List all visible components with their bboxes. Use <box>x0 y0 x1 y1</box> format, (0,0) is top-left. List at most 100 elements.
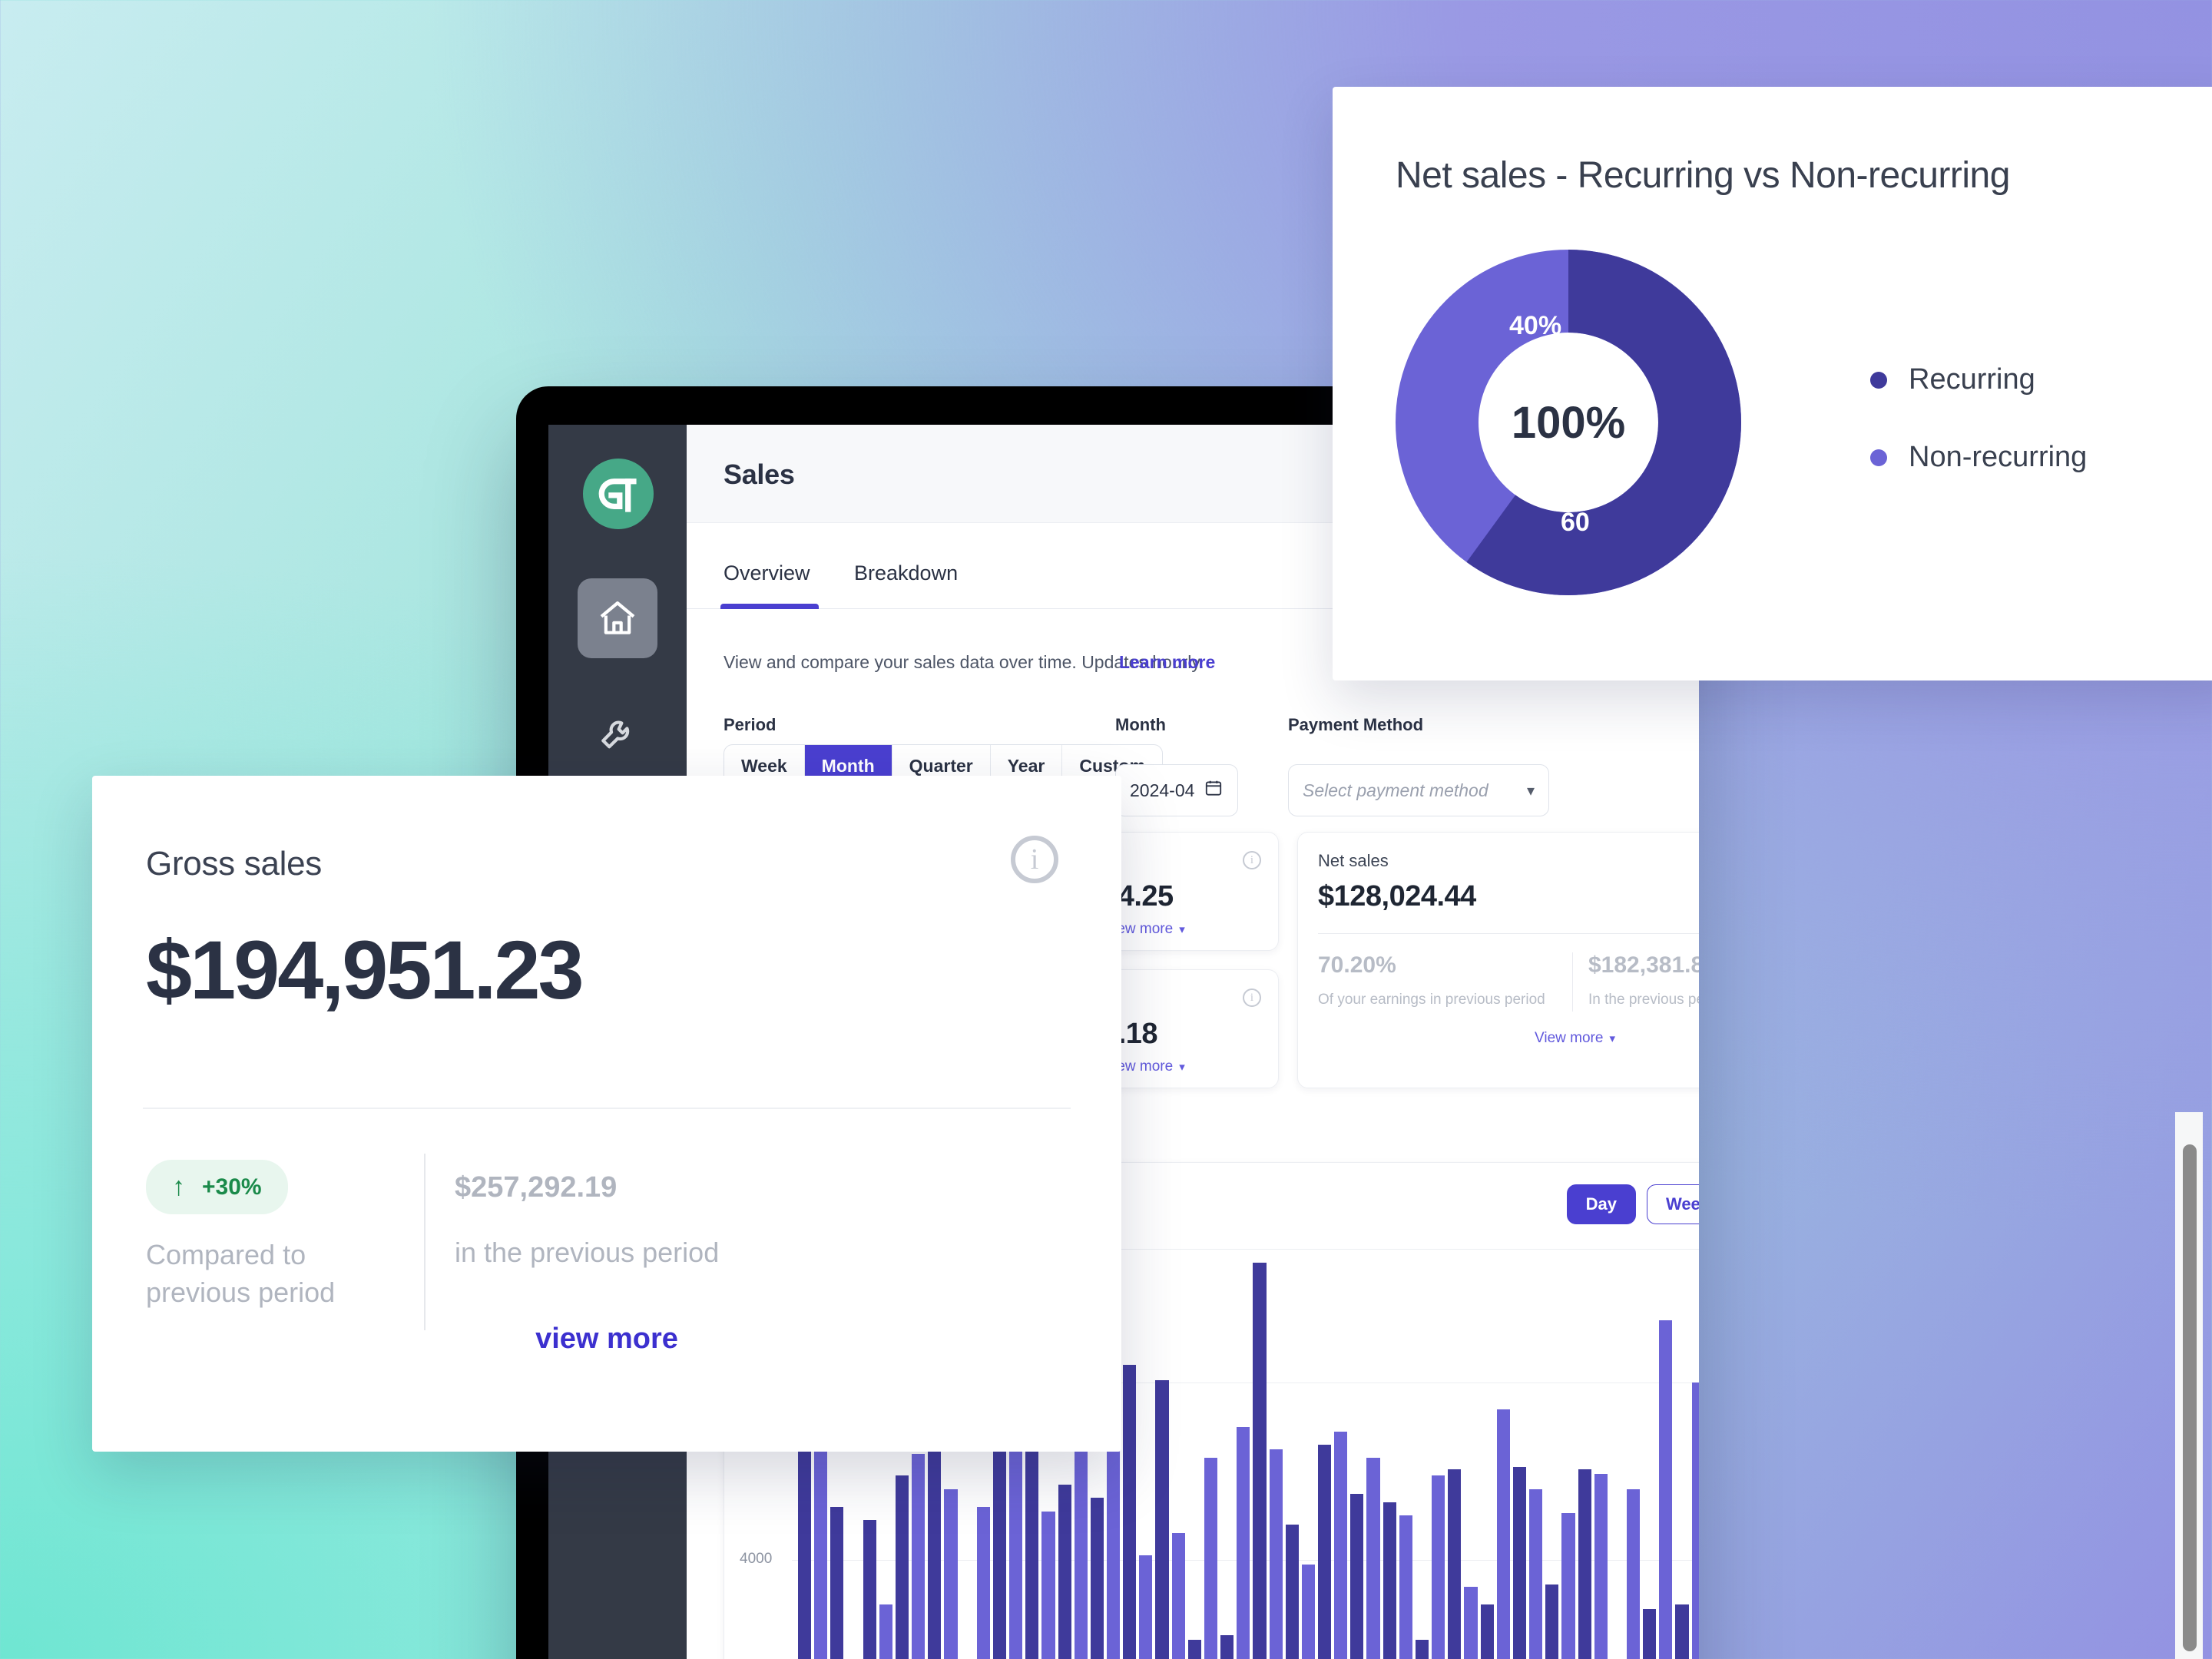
bar[interactable] <box>1399 1515 1412 1659</box>
sidebar-item-tools[interactable] <box>578 694 657 773</box>
previous-period-label: in the previous period <box>455 1237 720 1268</box>
y-axis-tick-label: 4000 <box>740 1551 773 1568</box>
granularity-toggle-group: Day Week Month <box>1566 1184 1699 1224</box>
bar[interactable] <box>1187 1640 1201 1659</box>
view-more-link[interactable]: view more <box>92 1323 1121 1356</box>
wrench-icon <box>596 712 639 755</box>
gross-sales-title: Gross sales <box>146 845 322 882</box>
change-badge: ↑ +30% <box>146 1160 288 1214</box>
net-sales-pct-caption: Of your earnings in previous period <box>1318 992 1545 1008</box>
bar[interactable] <box>1496 1409 1510 1659</box>
bar[interactable] <box>944 1488 958 1659</box>
granularity-week[interactable]: Week <box>1646 1184 1699 1224</box>
bar[interactable] <box>1480 1604 1494 1659</box>
bar[interactable] <box>1334 1431 1348 1659</box>
bar[interactable] <box>1155 1380 1169 1659</box>
legend-color-swatch <box>1870 371 1887 389</box>
bar[interactable] <box>1269 1449 1283 1659</box>
legend-item-non-recurring[interactable]: Non-recurring <box>1870 441 2087 474</box>
granularity-day[interactable]: Day <box>1566 1184 1636 1224</box>
bar[interactable] <box>1171 1533 1185 1659</box>
bar[interactable] <box>976 1506 990 1659</box>
bar[interactable] <box>1561 1513 1575 1659</box>
bar[interactable] <box>1318 1445 1332 1659</box>
payment-method-select[interactable]: Select payment method ▾ <box>1288 764 1549 816</box>
calendar-icon <box>1204 778 1224 803</box>
info-icon[interactable]: i <box>1011 836 1058 883</box>
donut-slice-label-recurring: 60 <box>1561 508 1590 537</box>
bar[interactable] <box>1220 1635 1234 1659</box>
bar[interactable] <box>1090 1498 1104 1659</box>
stat-label: Net sales <box>1318 851 1389 870</box>
net-sales-prev-caption: In the previous period <box>1588 992 1699 1008</box>
tab-overview[interactable]: Overview <box>724 561 810 585</box>
chevron-down-icon: ▾ <box>1179 1061 1185 1074</box>
bar[interactable] <box>912 1453 926 1659</box>
stat-card-net-sales[interactable]: Net sales $128,024.44 i 70.20% Of your e… <box>1297 832 1699 1088</box>
gross-sales-card: Gross sales i $194,951.23 ↑ +30% Compare… <box>92 776 1121 1452</box>
net-sales-pct: 70.20% <box>1318 952 1396 978</box>
month-input[interactable]: 2024-04 <box>1115 764 1238 816</box>
bar[interactable] <box>1350 1493 1364 1659</box>
bar[interactable] <box>1237 1426 1250 1659</box>
bar[interactable] <box>895 1475 909 1659</box>
bar[interactable] <box>1643 1608 1657 1659</box>
bar[interactable] <box>1382 1502 1396 1659</box>
chevron-down-icon: ▾ <box>1179 923 1185 936</box>
bar[interactable] <box>1448 1469 1462 1659</box>
bar[interactable] <box>1123 1365 1137 1659</box>
bar[interactable] <box>1529 1488 1543 1659</box>
sidebar-item-home[interactable] <box>578 578 657 658</box>
bar[interactable] <box>1253 1263 1267 1659</box>
bar[interactable] <box>1626 1488 1641 1659</box>
bar[interactable] <box>1106 1422 1121 1659</box>
bar[interactable] <box>1366 1458 1380 1659</box>
donut-legend: Recurring Non-recurring <box>1870 363 2087 518</box>
bar[interactable] <box>1578 1469 1591 1659</box>
bar[interactable] <box>1594 1473 1608 1659</box>
stat-value: $128,024.44 <box>1318 880 1476 912</box>
view-more-link[interactable]: View more▾ <box>1318 1030 1699 1047</box>
previous-period-value: $257,292.19 <box>455 1171 618 1204</box>
change-percent: +30% <box>202 1174 262 1200</box>
bar[interactable] <box>1545 1584 1559 1659</box>
scrollbar-thumb[interactable] <box>2183 1144 2197 1651</box>
bar[interactable] <box>1675 1604 1689 1659</box>
payment-method-placeholder: Select payment method <box>1303 780 1488 800</box>
bar[interactable] <box>1301 1564 1315 1659</box>
legend-label: Recurring <box>1909 363 2035 396</box>
bar[interactable] <box>879 1604 892 1659</box>
bar[interactable] <box>1512 1466 1527 1659</box>
legend-label: Non-recurring <box>1909 441 2088 473</box>
bar[interactable] <box>1432 1475 1445 1659</box>
bar[interactable] <box>1041 1511 1055 1659</box>
donut-chart: 100% 40% 60 <box>1396 250 1741 595</box>
bar[interactable] <box>1204 1458 1218 1659</box>
month-filter: Month 2024-04 <box>1115 715 1238 816</box>
net-sales-donut-card: Net sales - Recurring vs Non-recurring 1… <box>1333 87 2212 680</box>
payment-method-filter: Payment Method Select payment method ▾ <box>1288 715 1549 816</box>
app-logo-icon[interactable] <box>583 459 654 529</box>
divider <box>1318 933 1699 934</box>
bar[interactable] <box>1139 1555 1153 1659</box>
bar[interactable] <box>1285 1524 1299 1659</box>
bar[interactable] <box>1415 1640 1429 1659</box>
bar[interactable] <box>1659 1320 1673 1659</box>
compare-caption: Compared to previous period <box>146 1239 336 1308</box>
bar[interactable] <box>1464 1586 1478 1659</box>
bar[interactable] <box>1058 1484 1071 1659</box>
info-icon[interactable]: i <box>1243 851 1261 869</box>
arrow-up-icon: ↑ <box>172 1172 185 1201</box>
net-sales-pct-column: 70.20% Of your earnings in previous peri… <box>1318 952 1572 1012</box>
info-icon[interactable]: i <box>1243 988 1261 1007</box>
legend-item-recurring[interactable]: Recurring <box>1870 363 2087 396</box>
bar[interactable] <box>830 1506 844 1659</box>
gross-sales-value: $194,951.23 <box>146 923 584 1016</box>
learn-more-link[interactable]: Learn more <box>1119 652 1215 673</box>
bar[interactable] <box>1691 1382 1699 1659</box>
page-title: Sales <box>724 459 795 490</box>
divider <box>424 1154 426 1330</box>
bar[interactable] <box>863 1520 876 1659</box>
donut-center-label: 100% <box>1511 397 1626 448</box>
tab-breakdown[interactable]: Breakdown <box>854 561 958 585</box>
